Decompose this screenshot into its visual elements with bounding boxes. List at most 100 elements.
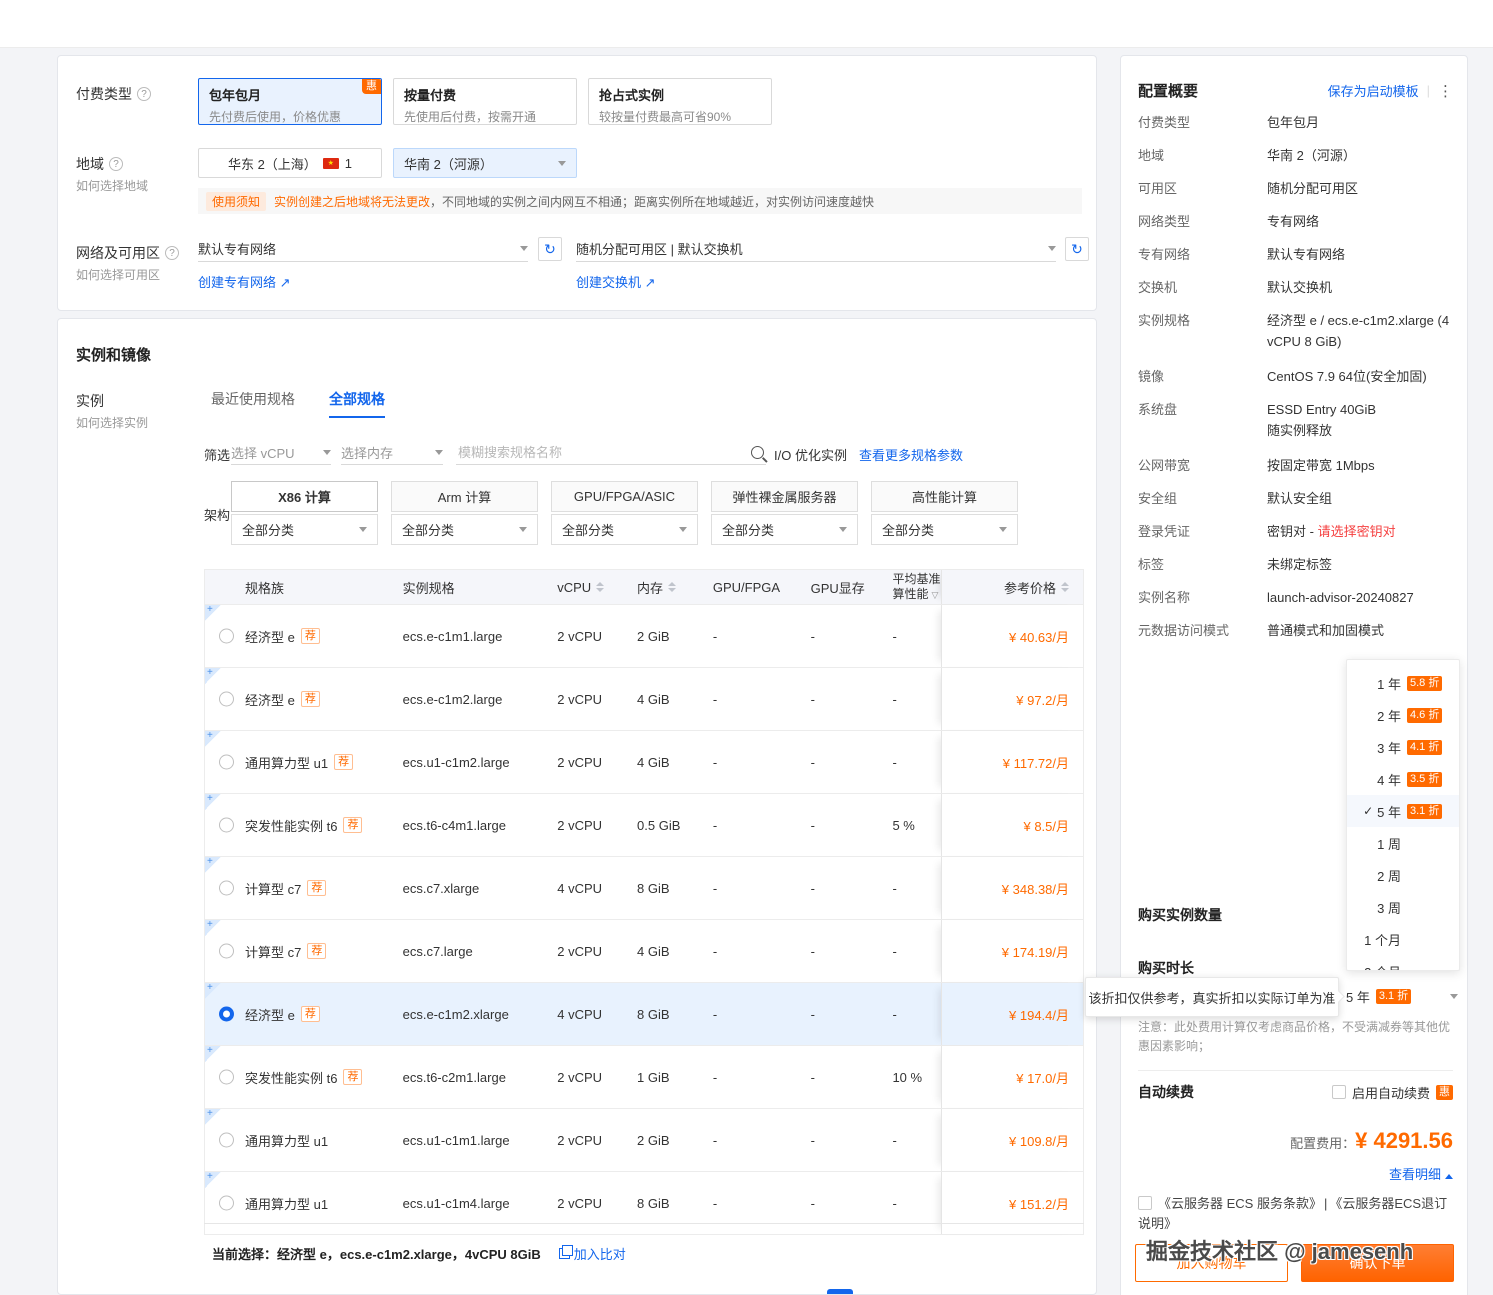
recommend-badge: 荐 [307, 943, 326, 959]
duration-option[interactable]: 2 个月 [1347, 955, 1459, 971]
category-select-x86[interactable]: 全部分类 [231, 514, 378, 545]
radio-button[interactable] [219, 1133, 234, 1148]
table-row[interactable]: 通用算力型 u1荐 ecs.u1-c1m2.large 2 vCPU 4 GiB… [205, 731, 1083, 794]
radio-button[interactable] [219, 755, 234, 770]
duration-option[interactable]: 4 年3.5 折 [1347, 763, 1459, 795]
duration-label: 购买时长 [1138, 958, 1194, 978]
view-detail-link[interactable]: 查看明细 [1389, 1164, 1453, 1183]
confirm-order-button[interactable]: 确认下单 [1301, 1244, 1454, 1282]
radio-button[interactable] [219, 818, 234, 833]
refresh-vpc-button[interactable]: ↻ [538, 237, 562, 261]
arch-tab-baremetal[interactable]: 弹性裸金属服务器 [711, 481, 858, 512]
terms-checkbox[interactable] [1138, 1196, 1152, 1210]
io-optimized-label: I/O 优化实例 [774, 445, 847, 464]
chevron-down-icon [323, 450, 331, 455]
memory-select[interactable]: 选择内存 [341, 441, 443, 465]
price-value: ¥ 8.5/月 [941, 794, 1083, 856]
sort-icon[interactable] [596, 582, 604, 592]
table-row-selected[interactable]: 经济型 e荐 ecs.e-c1m2.xlarge 4 vCPU 8 GiB - … [205, 983, 1083, 1046]
duration-option[interactable]: 1 年5.8 折 [1347, 667, 1459, 699]
payment-option-subtitle: 先使用后付费，按需开通 [404, 108, 566, 125]
more-spec-params-link[interactable]: 查看更多规格参数 [859, 445, 963, 464]
search-icon[interactable] [751, 446, 764, 459]
payment-option-payg[interactable]: 按量付费 先使用后付费，按需开通 [393, 78, 577, 125]
instance-help-link[interactable]: 如何选择实例 [76, 414, 148, 431]
memory-value: 8 GiB [629, 857, 705, 919]
zone-vswitch-select[interactable]: 随机分配可用区 | 默认交换机 [576, 236, 1056, 262]
compare-icon[interactable] [559, 1248, 570, 1259]
gpu-value: - [705, 983, 803, 1045]
network-zone-label: 网络及可用区? [76, 243, 179, 263]
help-icon[interactable]: ? [109, 157, 123, 171]
spec-family: 突发性能实例 t6 [245, 1068, 337, 1087]
tab-recent-specs[interactable]: 最近使用规格 [211, 389, 295, 418]
auto-renew-checkbox[interactable] [1332, 1085, 1346, 1099]
instance-spec: ecs.e-c1m1.large [395, 605, 550, 667]
duration-option-selected[interactable]: ✓5 年3.1 折 [1347, 795, 1459, 827]
table-row[interactable]: 突发性能实例 t6荐 ecs.t6-c2m1.large 2 vCPU 1 Gi… [205, 1046, 1083, 1109]
duration-option[interactable]: 2 年4.6 折 [1347, 699, 1459, 731]
radio-button-checked[interactable] [219, 1007, 234, 1022]
duration-option[interactable]: 3 周 [1347, 891, 1459, 923]
auto-renew-option-label: 启用自动续费 [1352, 1083, 1430, 1102]
arch-tab-x86[interactable]: X86 计算 [231, 481, 378, 512]
duration-select[interactable]: 5 年 3.1 折 [1346, 983, 1458, 1009]
spec-family: 突发性能实例 t6 [245, 816, 337, 835]
create-vswitch-link[interactable]: 创建交换机 ↗ [576, 272, 656, 291]
save-template-link[interactable]: 保存为启动模板 [1328, 81, 1419, 100]
select-keypair-link[interactable]: 请选择密钥对 [1318, 524, 1396, 539]
region-primary-selector[interactable]: 华东 2（上海） ★ 1 [198, 148, 382, 178]
radio-button[interactable] [219, 629, 234, 644]
help-icon[interactable]: ? [165, 246, 179, 260]
radio-button[interactable] [219, 944, 234, 959]
spec-tabs: 最近使用规格 全部规格 [211, 389, 385, 418]
duration-option[interactable]: 3 年4.1 折 [1347, 731, 1459, 763]
vpc-select[interactable]: 默认专有网络 [198, 236, 528, 262]
category-select-baremetal[interactable]: 全部分类 [711, 514, 858, 545]
memory-value: 8 GiB [629, 983, 705, 1045]
table-row[interactable]: 经济型 e荐 ecs.e-c1m1.large 2 vCPU 2 GiB - -… [205, 605, 1083, 668]
help-icon[interactable]: ? [137, 87, 151, 101]
spec-search-input[interactable] [456, 444, 751, 461]
price-value: ¥ 194.4/月 [941, 983, 1083, 1045]
payment-option-subscription[interactable]: 包年包月 先付费后使用，价格优惠 惠 [198, 78, 382, 125]
arch-tab-arm[interactable]: Arm 计算 [391, 481, 538, 512]
tab-all-specs[interactable]: 全部规格 [329, 389, 385, 418]
memory-value: 1 GiB [629, 1046, 705, 1108]
instance-image-card: 实例和镜像 实例 如何选择实例 最近使用规格 全部规格 筛选 选择 vCPU 选… [57, 318, 1097, 1295]
vcpu-select[interactable]: 选择 vCPU [231, 441, 331, 465]
region-help-link[interactable]: 如何选择地域 [76, 177, 148, 194]
arch-tab-hpc[interactable]: 高性能计算 [871, 481, 1018, 512]
table-row[interactable]: 通用算力型 u1 ecs.u1-c1m1.large 2 vCPU 2 GiB … [205, 1109, 1083, 1172]
filter-icon[interactable]: ▽ [931, 590, 938, 600]
sort-icon[interactable] [1061, 582, 1069, 592]
category-select-gpu[interactable]: 全部分类 [551, 514, 698, 545]
fee-label: 配置费用： [1290, 1136, 1355, 1151]
table-row[interactable]: 突发性能实例 t6荐 ecs.t6-c4m1.large 2 vCPU 0.5 … [205, 794, 1083, 857]
category-select-hpc[interactable]: 全部分类 [871, 514, 1018, 545]
gpu-value: - [705, 605, 803, 667]
duration-option[interactable]: 1 个月 [1347, 923, 1459, 955]
sort-icon[interactable] [668, 582, 676, 592]
arch-tab-gpu[interactable]: GPU/FPGA/ASIC [551, 481, 698, 512]
more-actions-icon[interactable]: ⋮ [1438, 82, 1453, 100]
table-row[interactable]: 经济型 e荐 ecs.e-c1m2.large 2 vCPU 4 GiB - -… [205, 668, 1083, 731]
radio-button[interactable] [219, 881, 234, 896]
payment-option-spot[interactable]: 抢占式实例 较按量付费最高可省90% [588, 78, 772, 125]
zone-help-link[interactable]: 如何选择可用区 [76, 266, 160, 283]
table-row[interactable]: 计算型 c7荐 ecs.c7.large 2 vCPU 4 GiB - - - … [205, 920, 1083, 983]
add-to-cart-button[interactable]: 加入购物车 [1135, 1244, 1288, 1282]
region-select[interactable]: 华南 2（河源） [393, 148, 577, 178]
table-row[interactable]: 计算型 c7荐 ecs.c7.xlarge 4 vCPU 8 GiB - - -… [205, 857, 1083, 920]
region-selected-value: 华南 2（河源） [404, 154, 493, 173]
create-vpc-link[interactable]: 创建专有网络 ↗ [198, 272, 291, 291]
refresh-vswitch-button[interactable]: ↻ [1065, 237, 1089, 261]
category-select-arm[interactable]: 全部分类 [391, 514, 538, 545]
duration-option[interactable]: 1 周 [1347, 827, 1459, 859]
terms-link-ecs[interactable]: 《云服务器 ECS 服务条款》 [1158, 1196, 1322, 1211]
add-compare-link[interactable]: 加入比对 [574, 1244, 626, 1263]
duration-option[interactable]: 2 周 [1347, 859, 1459, 891]
radio-button[interactable] [219, 692, 234, 707]
radio-button[interactable] [219, 1196, 234, 1211]
radio-button[interactable] [219, 1070, 234, 1085]
